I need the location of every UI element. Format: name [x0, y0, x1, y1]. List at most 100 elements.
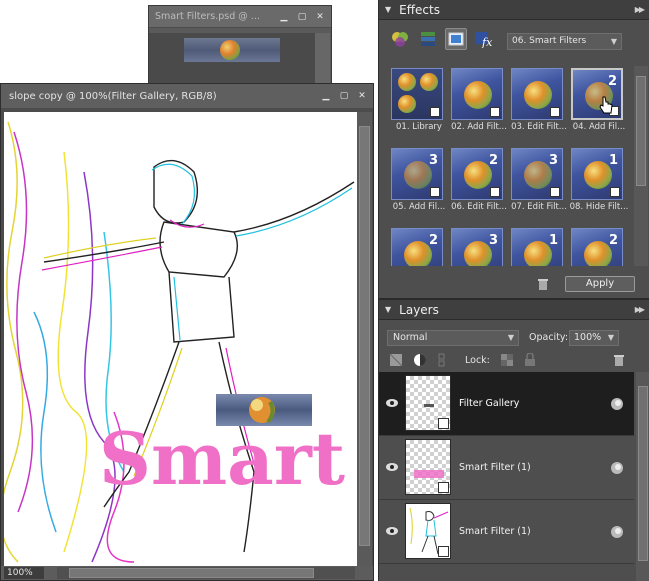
- maximize-button[interactable]: ▢: [337, 89, 351, 103]
- maximize-button[interactable]: ▢: [295, 10, 309, 24]
- layers-panel: ▼ Layers ▶▶ Normal ▼ Opacity: 100% ▼ Loc…: [378, 300, 649, 581]
- effect-item[interactable]: 1: [509, 226, 569, 266]
- layer-thumbnail: [405, 503, 451, 559]
- scroll-thumb[interactable]: [638, 386, 648, 561]
- effect-item[interactable]: 2: [389, 226, 449, 266]
- vertical-scrollbar[interactable]: [357, 112, 372, 566]
- canvas-preview: [184, 38, 280, 62]
- delete-layer-icon[interactable]: [613, 354, 625, 367]
- fx-icon[interactable]: fx: [473, 28, 495, 50]
- smart-object-icon: [611, 462, 623, 474]
- collapse-triangle-icon[interactable]: ▼: [385, 5, 391, 14]
- zoom-field[interactable]: 100%: [4, 567, 44, 579]
- effect-item[interactable]: 1 08. Hide Filt...: [569, 146, 629, 218]
- svg-text:fx: fx: [481, 36, 493, 48]
- scroll-thumb[interactable]: [636, 76, 646, 186]
- filters-icon[interactable]: [389, 28, 411, 50]
- effect-item[interactable]: 2 06. Edit Filt...: [449, 146, 509, 218]
- effects-scrollbar[interactable]: [634, 66, 648, 266]
- apply-button[interactable]: Apply: [565, 276, 635, 292]
- effect-label: 04. Add Fil...: [572, 122, 626, 132]
- title-bar[interactable]: slope copy @ 100%(Filter Gallery, RGB/8)…: [1, 84, 373, 108]
- effects-footer: Apply: [379, 272, 649, 296]
- effect-label: 03. Edit Filt...: [511, 122, 567, 132]
- status-bar: 100%: [1, 566, 373, 580]
- effect-label: 01. Library: [396, 122, 442, 132]
- effect-item[interactable]: 3 05. Add Fil...: [389, 146, 449, 218]
- background-document-window[interactable]: Smart Filters.psd @ ... ▁ ▢ ✕: [148, 5, 332, 86]
- layers-scrollbar[interactable]: [636, 372, 649, 581]
- minimize-button[interactable]: ▁: [277, 10, 291, 24]
- layers-toolbar: Lock:: [389, 352, 639, 368]
- close-button[interactable]: ✕: [313, 10, 327, 24]
- effect-item[interactable]: 2: [569, 226, 629, 266]
- canvas-area: [149, 33, 315, 86]
- layer-thumbnail: [405, 375, 451, 431]
- vertical-scrollbar[interactable]: [315, 33, 330, 85]
- lock-icon[interactable]: [524, 353, 536, 367]
- scroll-thumb[interactable]: [69, 568, 314, 578]
- horizontal-scrollbar[interactable]: [57, 567, 355, 579]
- smart-object-icon: [611, 526, 623, 538]
- effect-label: 06. Edit Filt...: [451, 202, 507, 212]
- effect-item[interactable]: 3 07. Edit Filt...: [509, 146, 569, 218]
- selected-category: 06. Smart Filters: [512, 36, 587, 46]
- trash-icon[interactable]: [537, 278, 549, 291]
- scroll-thumb[interactable]: [359, 126, 370, 546]
- lock-label: Lock:: [465, 354, 490, 366]
- effect-label: 07. Edit Filt...: [511, 202, 567, 212]
- eye-icon[interactable]: [385, 398, 399, 408]
- lock-transparency-icon[interactable]: [500, 353, 514, 367]
- layer-row[interactable]: Smart Filter (1): [379, 436, 634, 500]
- document-window[interactable]: slope copy @ 100%(Filter Gallery, RGB/8)…: [0, 83, 374, 581]
- collapse-triangle-icon[interactable]: ▼: [385, 305, 391, 314]
- effect-item[interactable]: 02. Add Filt...: [449, 66, 509, 138]
- effect-item[interactable]: 3: [449, 226, 509, 266]
- title-bar[interactable]: Smart Filters.psd @ ... ▁ ▢ ✕: [149, 6, 331, 28]
- eye-icon[interactable]: [385, 526, 399, 536]
- image-canvas[interactable]: Smart: [4, 112, 357, 566]
- link-icon[interactable]: [437, 353, 447, 367]
- opacity-label: Opacity:: [529, 332, 569, 343]
- layer-styles-icon[interactable]: [417, 28, 439, 50]
- panel-header[interactable]: ▼ Effects ▶▶: [379, 0, 649, 20]
- effect-item[interactable]: 01. Library: [389, 66, 449, 138]
- layers-list: Filter Gallery Smart Filter (1) Smart Fi…: [379, 372, 634, 581]
- panel-menu-icon[interactable]: ▶▶: [635, 305, 645, 314]
- layer-name: Smart Filter (1): [459, 462, 531, 473]
- effect-item[interactable]: 03. Edit Filt...: [509, 66, 569, 138]
- new-layer-icon[interactable]: [389, 353, 403, 367]
- layer-thumbnail: [405, 439, 451, 495]
- layer-row[interactable]: Filter Gallery: [379, 372, 634, 436]
- opacity-value: 100%: [574, 332, 602, 343]
- blend-mode-value: Normal: [393, 332, 428, 343]
- effect-label: 08. Hide Filt...: [569, 202, 629, 212]
- eye-icon[interactable]: [385, 462, 399, 472]
- blend-mode-select[interactable]: Normal ▼: [387, 330, 519, 346]
- close-button[interactable]: ✕: [355, 89, 369, 103]
- opacity-field[interactable]: 100% ▼: [569, 330, 619, 346]
- smart-object-icon: [611, 398, 623, 410]
- adjustment-layer-icon[interactable]: [413, 353, 427, 367]
- panel-title: Layers: [399, 302, 439, 317]
- effect-label: 02. Add Filt...: [451, 122, 507, 132]
- sketch-artwork: Smart: [4, 121, 355, 563]
- chevron-down-icon: ▼: [607, 333, 614, 342]
- panel-menu-icon[interactable]: ▶▶: [635, 5, 645, 14]
- effects-category-select[interactable]: 06. Smart Filters ▼: [507, 33, 622, 50]
- minimize-button[interactable]: ▁: [319, 89, 333, 103]
- chevron-down-icon: ▼: [507, 333, 514, 342]
- window-title: Smart Filters.psd @ ...: [155, 11, 260, 22]
- effects-toolbar: fx: [389, 28, 495, 50]
- hand-cursor-icon: [599, 96, 613, 114]
- effect-label: 05. Add Fil...: [392, 202, 446, 212]
- layer-name: Filter Gallery: [459, 398, 520, 409]
- panel-title: Effects: [399, 2, 440, 17]
- photo-effects-icon[interactable]: [445, 28, 467, 50]
- effects-panel: ▼ Effects ▶▶ fx 06. Smart Filters ▼ 01. …: [378, 0, 649, 298]
- window-title: slope copy @ 100%(Filter Gallery, RGB/8): [9, 90, 217, 102]
- chevron-down-icon: ▼: [610, 37, 617, 46]
- panel-header[interactable]: ▼ Layers ▶▶: [379, 300, 649, 320]
- layer-row[interactable]: Smart Filter (1): [379, 500, 634, 564]
- effects-thumbnail-grid: 01. Library 02. Add Filt... 03. Edit Fil…: [389, 66, 633, 266]
